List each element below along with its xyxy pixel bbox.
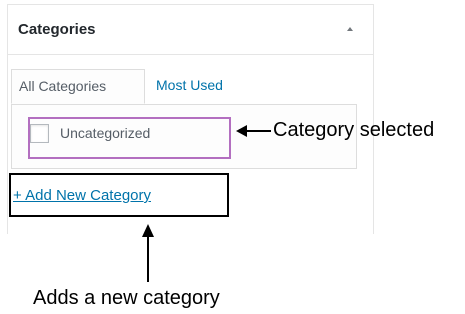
add-new-category-link[interactable]: + Add New Category [13,187,151,204]
triangle-up-icon[interactable] [344,23,356,35]
category-label: Uncategorized [60,125,151,141]
category-checkbox[interactable] [30,123,49,143]
category-item-uncategorized[interactable]: Uncategorized [30,121,150,145]
annotation-adds-new-category: Adds a new category [33,287,220,309]
panel-title: Categories [18,21,96,38]
tab-all-categories[interactable]: All Categories [11,69,145,104]
tab-most-used[interactable]: Most Used [149,69,249,104]
panel-header: Categories [8,4,373,55]
annotation-category-selected: Category selected [273,119,435,141]
